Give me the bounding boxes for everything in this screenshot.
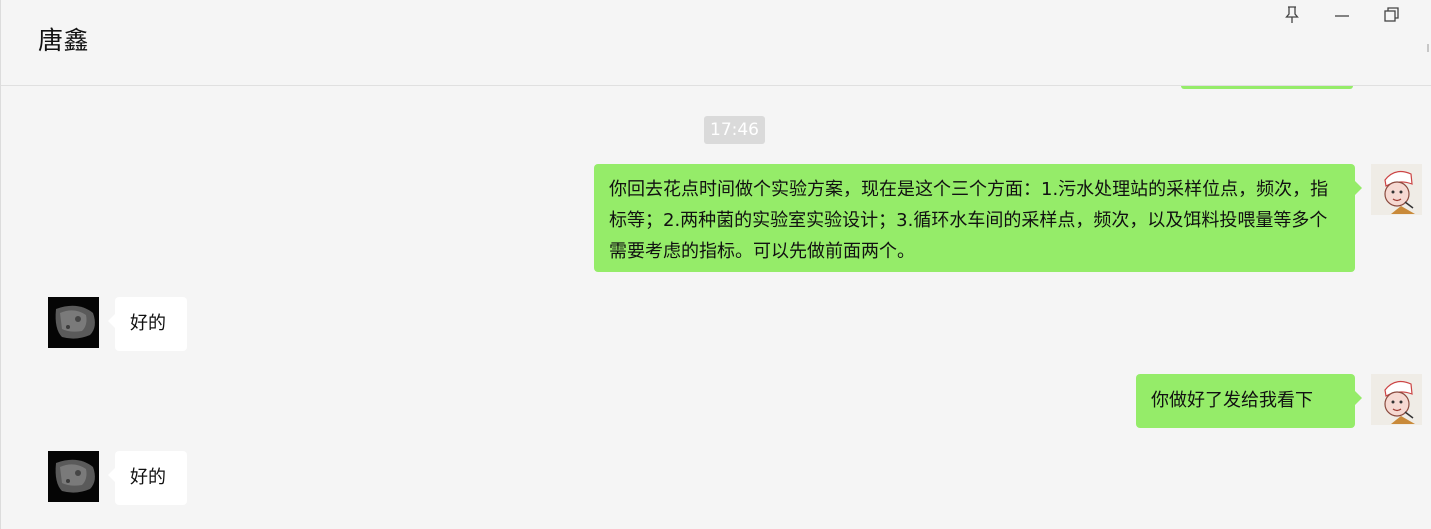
- message-list[interactable]: 17:46 你回去花点时间做个实验方案，现在是这个三个方面：1.污水处理站的采样…: [1, 87, 1431, 529]
- pin-button[interactable]: [1279, 2, 1305, 28]
- message-bubble-contact[interactable]: 好的: [108, 451, 187, 505]
- moon-photo-icon: [48, 451, 99, 502]
- resize-edge-mark: [1426, 40, 1429, 56]
- time-divider: 17:46: [704, 116, 765, 144]
- message-text: 你做好了发给我看下: [1151, 390, 1313, 411]
- chat-window: 唐鑫 17:46 你回去花点时间做个实验方案，现在是这个三个方面：1.污水处理站…: [0, 0, 1431, 529]
- chat-header: 唐鑫: [1, 0, 1431, 86]
- message-text: 好的: [130, 313, 166, 334]
- avatar-contact[interactable]: [48, 451, 99, 502]
- message-text: 好的: [130, 467, 166, 488]
- restore-button[interactable]: [1379, 2, 1405, 28]
- moon-photo-icon: [48, 297, 99, 348]
- message-bubble-self[interactable]: 你做好了发给我看下: [1136, 374, 1362, 428]
- message-bubble-contact[interactable]: 好的: [108, 297, 187, 351]
- minimize-icon: [1335, 15, 1349, 17]
- restore-icon: [1384, 7, 1399, 22]
- message-bubble-self[interactable]: 你回去花点时间做个实验方案，现在是这个三个方面：1.污水处理站的采样位点，频次，…: [594, 164, 1362, 272]
- minimize-button[interactable]: [1329, 2, 1355, 28]
- cartoon-avatar-icon: [1371, 164, 1422, 215]
- message-text: 你回去花点时间做个实验方案，现在是这个三个方面：1.污水处理站的采样位点，频次，…: [609, 179, 1329, 262]
- avatar-contact[interactable]: [48, 297, 99, 348]
- avatar-self[interactable]: [1371, 374, 1422, 425]
- avatar-self[interactable]: [1371, 164, 1422, 215]
- pin-icon: [1285, 6, 1299, 23]
- cartoon-avatar-icon: [1371, 374, 1422, 425]
- chat-title: 唐鑫: [38, 26, 90, 55]
